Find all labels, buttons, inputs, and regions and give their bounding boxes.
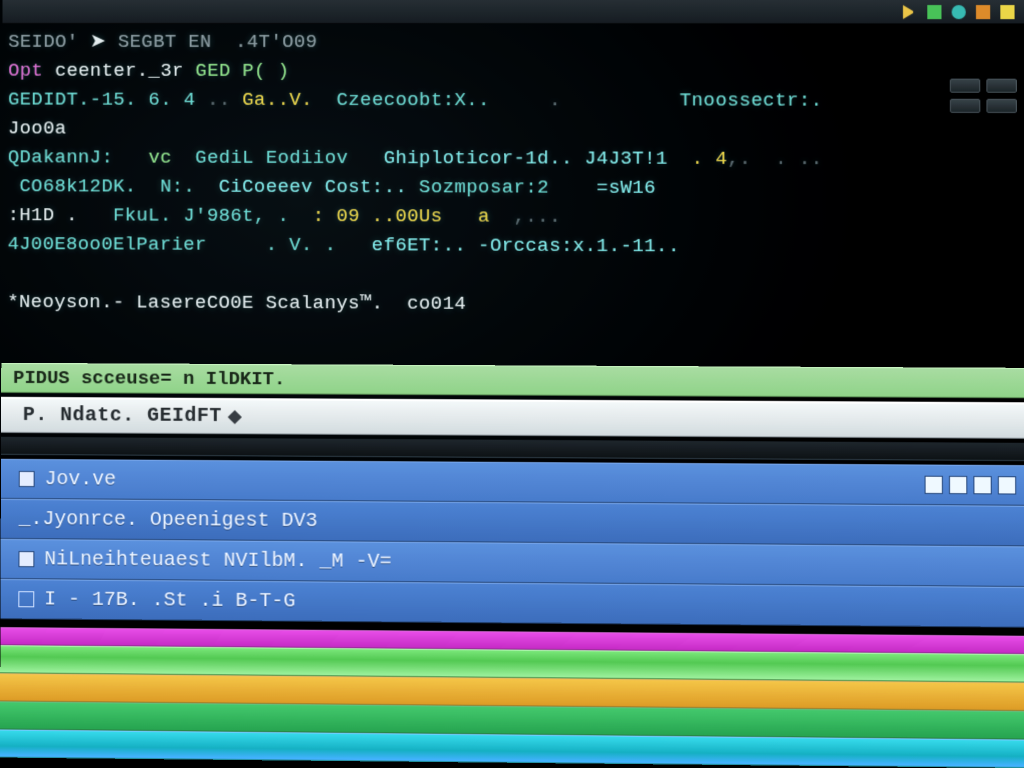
row-button[interactable]	[949, 476, 967, 494]
terminal-token: QDakannJ:	[8, 146, 148, 168]
terminal-token: GED P( )	[195, 60, 289, 82]
terminal-line: SEIDO' ➤ SEGBT EN .4T'O09	[8, 28, 1024, 58]
terminal-line: 4J00E8oo0ElParier . V. . ef6ET:.. -Orcca…	[8, 230, 1024, 263]
terminal-line: Opt ceenter._3r GED P( )	[8, 57, 1024, 87]
terminal-line: GEDIDT.-15. 6. 4 .. Ga..V. Czeecoobt:X..…	[8, 86, 1024, 116]
terminal-token: Sozmposar:2	[419, 176, 597, 199]
terminal-token: ➤	[78, 31, 118, 53]
circle-teal-icon[interactable]	[952, 5, 966, 19]
terminal-line	[7, 259, 1024, 292]
separator-bar	[1, 437, 1024, 461]
square-icon	[19, 471, 35, 487]
terminal-token: SEIDO'	[8, 31, 78, 53]
terminal-token: 4J00E8oo0ElParier . V. .	[8, 233, 337, 256]
square-icon	[18, 551, 34, 567]
terminal-token: CiCoeeev Cost:..	[219, 176, 419, 199]
square-orange-icon[interactable]	[976, 5, 990, 19]
terminal-token: =sW16	[597, 177, 656, 199]
row-button[interactable]	[925, 476, 943, 494]
title-bar	[2, 0, 1024, 24]
terminal-token: ,...	[490, 205, 561, 227]
diamond-icon	[228, 410, 242, 424]
terminal-token: Ghiploticor-1d.. J4J3T!1	[384, 147, 668, 170]
terminal-token: Opt	[8, 60, 43, 82]
row-buttons	[925, 476, 1017, 495]
terminal-token: CO68k12DK. N:.	[8, 175, 219, 197]
task-row[interactable]: I - 17B. .St .i B-T-G	[0, 579, 1024, 628]
terminal-line: Joo0a	[8, 114, 1024, 145]
task-label: I - 17B. .St .i B-T-G	[44, 588, 295, 613]
terminal-token: ef6ET:.. -Orccas:x.1.-11..	[336, 234, 680, 257]
row-button[interactable]	[998, 476, 1016, 494]
terminal-token: .	[490, 89, 680, 111]
terminal-token: Ga..V.	[242, 89, 313, 111]
terminal-token: Tnoossectr:.	[680, 89, 823, 111]
terminal-token: vc	[148, 147, 172, 169]
selected-text: PIDUS scceuse= n IlDKIT.	[13, 367, 285, 390]
terminal-token: ,. . ..	[727, 148, 822, 170]
terminal-token: ceenter._3r	[43, 60, 195, 82]
row-button[interactable]	[973, 476, 991, 494]
terminal-token: SEGBT EN .4T'O09	[118, 31, 318, 53]
terminal-token: *Neoyson.- LasereCO0E Scalanys™. co014	[7, 291, 466, 315]
terminal-token: : 09 ..00Us a	[289, 205, 490, 228]
terminal-token: .-15. 6. 4	[78, 89, 195, 111]
path-text: P. Ndatc. GEIdFT	[23, 404, 222, 428]
terminal-line: CO68k12DK. N:. CiCoeeev Cost:.. Sozmposa…	[8, 172, 1024, 204]
terminal-token: GEDIDT	[8, 89, 78, 111]
task-list-panel: Jov.ve _.Jyonrce. Opeenigest DV3 NiLneih…	[0, 459, 1024, 628]
terminal-line: QDakannJ: vc GediL Eodiiov Ghiploticor-1…	[8, 143, 1024, 174]
task-label: NiLneihteuaest NVIlbM. _M -V=	[44, 548, 391, 574]
terminal-output: SEIDO' ➤ SEGBT EN .4T'O09Opt ceenter._3r…	[7, 28, 1024, 321]
terminal-token: Joo0a	[8, 117, 67, 139]
path-row[interactable]: P. Ndatc. GEIdFT	[1, 397, 1024, 439]
selected-line-active[interactable]: PIDUS scceuse= n IlDKIT.	[1, 363, 1024, 398]
square-green-icon[interactable]	[927, 5, 941, 19]
terminal-token: . 4	[668, 148, 728, 170]
terminal-token: ..	[195, 89, 242, 111]
terminal-token: GediL Eodiiov	[172, 147, 384, 169]
task-label: _.Jyonrce. Opeenigest DV3	[19, 507, 318, 532]
terminal-line: *Neoyson.- LasereCO0E Scalanys™. co014	[7, 288, 1024, 321]
terminal-token: FkuL. J'986t, .	[78, 204, 289, 227]
square-yellow-icon[interactable]	[1000, 5, 1014, 19]
color-bars	[0, 627, 1024, 768]
terminal-token: :H1D .	[8, 204, 78, 226]
terminal-token: Czeecoobt:X..	[313, 89, 490, 111]
play-icon[interactable]	[903, 5, 917, 19]
outline-square-icon	[18, 591, 34, 607]
task-row[interactable]: Jov.ve	[1, 459, 1024, 506]
terminal-line: :H1D . FkuL. J'986t, . : 09 ..00Us a ,..…	[8, 201, 1024, 233]
task-label: Jov.ve	[45, 468, 117, 492]
